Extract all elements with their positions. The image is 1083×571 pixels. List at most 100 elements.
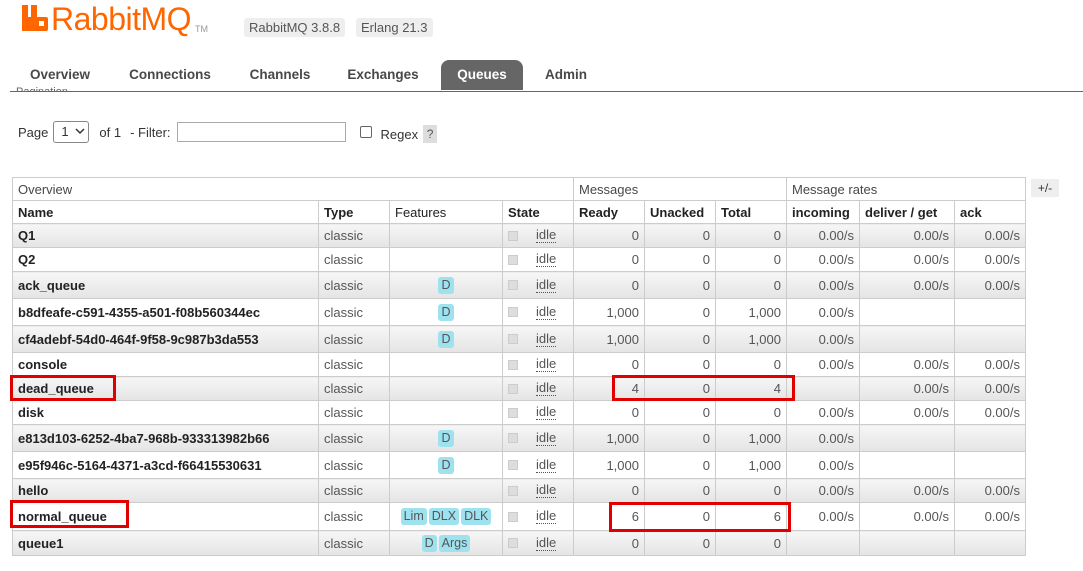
- queue-name-link[interactable]: queue1: [12, 530, 319, 556]
- state-text: idle: [536, 303, 557, 320]
- queue-row: queue1 classic D Args idle 0 0 0: [12, 530, 1026, 556]
- column-header-deliver-get[interactable]: deliver / get: [859, 200, 955, 224]
- column-header-state[interactable]: State: [502, 200, 574, 224]
- messages-total: 0: [715, 478, 787, 503]
- queue-name-link[interactable]: cf4adebf-54d0-464f-9f58-9c987b3da553: [12, 325, 319, 353]
- messages-total: 0: [715, 400, 787, 425]
- rate-deliver-get: 0.00/s: [859, 352, 955, 377]
- rate-ack: 0.00/s: [954, 247, 1026, 272]
- highlight-box-dead-queue-name: [10, 375, 116, 401]
- queue-features: D: [389, 271, 503, 299]
- filter-input[interactable]: [176, 122, 346, 142]
- column-header-features: Features: [389, 200, 503, 224]
- tab-admin[interactable]: Admin: [534, 60, 598, 90]
- regex-help-button[interactable]: ?: [423, 125, 438, 143]
- header: RabbitMQ TM RabbitMQ 3.8.8 Erlang 21.3: [0, 0, 1083, 50]
- rabbit-logo-icon: [22, 5, 48, 31]
- queue-type: classic: [318, 424, 390, 452]
- queue-name-link[interactable]: b8dfeafe-c591-4355-a501-f08b560344ec: [12, 298, 319, 326]
- column-header-type[interactable]: Type: [318, 200, 390, 224]
- feature-badge: DLK: [461, 508, 492, 525]
- messages-ready: 0: [573, 247, 645, 272]
- queue-name-link[interactable]: e95f946c-5164-4371-a3cd-f66415530631: [12, 451, 319, 479]
- rate-incoming: [786, 530, 860, 556]
- messages-unacked: 0: [644, 325, 716, 353]
- rate-deliver-get: [859, 325, 955, 353]
- rate-incoming: 0.00/s: [786, 325, 860, 353]
- rate-ack: [954, 530, 1026, 556]
- page-count-label: of 1: [99, 124, 122, 140]
- rate-deliver-get: 0.00/s: [859, 271, 955, 299]
- queue-features: D: [389, 298, 503, 326]
- feature-badge: Lim: [400, 508, 427, 525]
- pagination-section-label: Pagination: [16, 82, 68, 91]
- messages-ready: 1,000: [573, 298, 645, 326]
- queue-name-link[interactable]: ack_queue: [12, 271, 319, 299]
- rate-incoming: 0.00/s: [786, 451, 860, 479]
- erlang-version-badge: Erlang 21.3: [356, 18, 433, 37]
- tab-channels[interactable]: Channels: [238, 60, 322, 90]
- queue-state: idle: [502, 400, 574, 425]
- queue-state: idle: [502, 376, 574, 401]
- tab-exchanges[interactable]: Exchanges: [336, 60, 430, 90]
- column-header-incoming[interactable]: incoming: [786, 200, 860, 224]
- rate-ack: [954, 298, 1026, 326]
- messages-ready: 1,000: [573, 325, 645, 353]
- queue-name-link[interactable]: Q1: [12, 223, 319, 248]
- messages-ready: 0: [573, 271, 645, 299]
- column-header-ack[interactable]: ack: [954, 200, 1026, 224]
- state-wrapper: idle: [508, 252, 568, 267]
- state-text: idle: [536, 482, 557, 498]
- pagination-row: Page 1 of 1 - Filter: Regex ?: [18, 120, 438, 144]
- rate-incoming: 0.00/s: [786, 352, 860, 377]
- page-select[interactable]: 1: [53, 121, 90, 143]
- messages-total: 0: [715, 530, 787, 556]
- queue-state: idle: [502, 298, 574, 326]
- queue-name-link[interactable]: disk: [12, 400, 319, 425]
- column-header-unacked[interactable]: Unacked: [644, 200, 716, 224]
- state-wrapper: idle: [508, 457, 568, 473]
- rate-deliver-get: 0.00/s: [859, 247, 955, 272]
- feature-badge: D: [438, 330, 454, 348]
- state-text: idle: [536, 276, 557, 293]
- queues-table: Overview Messages Message rates Name Typ…: [12, 177, 1026, 556]
- messages-unacked: 0: [644, 478, 716, 503]
- column-header-ready[interactable]: Ready: [573, 200, 645, 224]
- logo-trademark: TM: [195, 24, 209, 34]
- tab-connections[interactable]: Connections: [116, 60, 224, 90]
- queue-features: [389, 376, 503, 401]
- regex-checkbox[interactable]: [359, 126, 372, 138]
- overview-group-header: Overview: [12, 177, 574, 201]
- messages-unacked: 0: [644, 223, 716, 248]
- main-nav-tabs: Overview Connections Channels Exchanges …: [10, 60, 1083, 92]
- queue-name-link[interactable]: Q2: [12, 247, 319, 272]
- queue-name-link[interactable]: e813d103-6252-4ba7-968b-933313982b66: [12, 424, 319, 452]
- messages-total: 0: [715, 271, 787, 299]
- queue-features: [389, 223, 503, 248]
- rate-incoming: 0.00/s: [786, 247, 860, 272]
- rate-ack: [954, 424, 1026, 452]
- highlight-box-dead-queue-messages: [612, 375, 795, 401]
- column-header-total[interactable]: Total: [715, 200, 787, 224]
- queue-name-link[interactable]: hello: [12, 478, 319, 503]
- state-wrapper: idle: [508, 331, 568, 347]
- tab-queues[interactable]: Queues: [441, 60, 523, 90]
- rate-deliver-get: 0.00/s: [859, 478, 955, 503]
- rabbitmq-logo[interactable]: RabbitMQ TM: [22, 3, 209, 36]
- queue-features: Lim DLX DLK: [389, 502, 503, 531]
- messages-ready: 0: [573, 530, 645, 556]
- rate-incoming: 0.00/s: [786, 502, 860, 531]
- queue-name-link[interactable]: console: [12, 352, 319, 377]
- queue-state: idle: [502, 502, 574, 531]
- highlight-box-normal-queue-name: [10, 500, 129, 528]
- rate-ack: 0.00/s: [954, 478, 1026, 503]
- messages-unacked: 0: [644, 298, 716, 326]
- rate-deliver-get: 0.00/s: [859, 376, 955, 401]
- rate-incoming: 0.00/s: [786, 271, 860, 299]
- messages-ready: 1,000: [573, 424, 645, 452]
- messages-group-header: Messages: [573, 177, 787, 201]
- messages-unacked: 0: [644, 400, 716, 425]
- messages-total: 1,000: [715, 325, 787, 353]
- column-header-name[interactable]: Name: [12, 200, 319, 224]
- columns-toggle-button[interactable]: +/-: [1031, 179, 1059, 197]
